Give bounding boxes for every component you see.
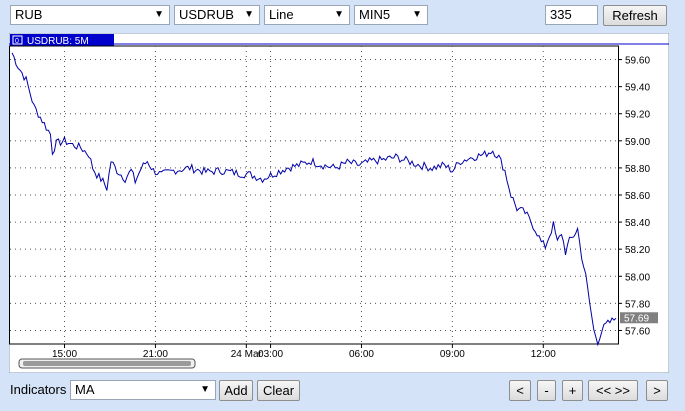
scroll-left-button[interactable]: <: [509, 380, 531, 401]
chart-type-value: Line: [269, 7, 294, 22]
chevron-down-icon: ▼: [334, 9, 344, 20]
chevron-down-icon: ▼: [154, 9, 164, 20]
x-tick-label: 03:00: [258, 349, 283, 360]
timeframe-value: MIN5: [359, 7, 391, 22]
chevron-down-icon: ▼: [244, 9, 254, 20]
zoom-out-button[interactable]: -: [537, 380, 556, 401]
y-tick-label: 58.40: [625, 218, 650, 229]
indicators-label: Indicators: [10, 382, 67, 397]
zoom-in-button[interactable]: +: [562, 380, 583, 401]
indicator-value: MA: [75, 382, 95, 397]
chevron-down-icon: ▼: [412, 9, 422, 20]
y-tick-label: 59.20: [625, 110, 650, 121]
y-tick-label: 58.00: [625, 272, 650, 283]
scroll-right-button[interactable]: >: [646, 380, 668, 401]
symbol-value: USDRUB: [179, 7, 234, 22]
x-tick-label: 06:00: [349, 349, 374, 360]
symbol-select[interactable]: USDRUB ▼: [174, 5, 260, 25]
indicator-select[interactable]: MA ▼: [70, 380, 216, 400]
bars-count-value: 335: [550, 7, 572, 22]
x-tick-label: 12:00: [531, 349, 556, 360]
price-chart[interactable]: 0 USDRUB: 5M 59.60 59.40 59.20 59.00 58.80 58…: [8, 32, 670, 374]
bars-count-input[interactable]: 335: [545, 5, 598, 25]
add-indicator-button[interactable]: Add: [219, 380, 253, 401]
legend-toggle-glyph: 0: [15, 38, 19, 45]
y-tick-label: 57.80: [625, 299, 650, 310]
scrollbar-thumb[interactable]: [23, 361, 191, 366]
timeframe-select[interactable]: MIN5 ▼: [354, 5, 428, 25]
x-tick-label: 09:00: [440, 349, 465, 360]
chart-svg: 0 USDRUB: 5M 59.60 59.40 59.20 59.00 58.80 58…: [8, 32, 670, 374]
y-tick-label: 58.20: [625, 245, 650, 256]
y-tick-label: 59.40: [625, 83, 650, 94]
clear-indicators-button[interactable]: Clear: [257, 380, 300, 401]
x-tick-label: 21:00: [143, 349, 168, 360]
y-tick-label: 58.60: [625, 191, 650, 202]
chart-frame: [8, 32, 670, 374]
x-tick-label: 15:00: [52, 349, 77, 360]
chart-type-select[interactable]: Line ▼: [264, 5, 350, 25]
chevron-down-icon: ▼: [200, 384, 210, 395]
y-tick-label: 59.60: [625, 56, 650, 67]
current-price-label: 57.69: [624, 313, 649, 324]
legend-label: USDRUB: 5M: [27, 36, 89, 47]
refresh-button[interactable]: Refresh: [603, 5, 667, 26]
currency-value: RUB: [15, 7, 43, 22]
currency-select[interactable]: RUB ▼: [10, 5, 170, 25]
y-tick-label: 57.60: [625, 326, 650, 337]
y-tick-label: 58.80: [625, 164, 650, 175]
y-tick-label: 59.00: [625, 137, 650, 148]
fit-all-button[interactable]: << >>: [588, 380, 638, 401]
